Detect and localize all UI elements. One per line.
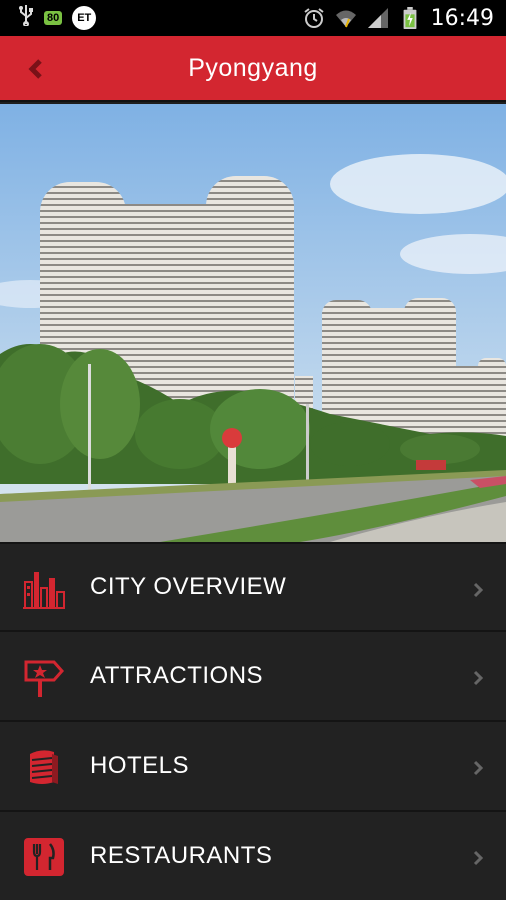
back-button[interactable] [22,54,52,84]
menu-item-label: ATTRACTIONS [90,662,264,689]
page-title: Pyongyang [188,53,318,82]
menu-item-attractions[interactable]: ATTRACTIONS [0,632,506,722]
menu-item-label: HOTELS [90,752,190,779]
menu-item-hotels[interactable]: HOTELS [0,722,506,812]
alarm-icon [303,8,324,28]
city-skyline-photo [0,104,506,542]
chevron-right-icon [473,670,484,686]
menu-item-restaurants[interactable]: RESTAURANTS [0,812,506,900]
battery-badge: 80 [44,11,63,25]
city-skyline-icon [23,572,65,609]
chevron-left-icon [28,59,42,79]
wifi-icon [335,10,356,28]
signpost-star-icon [24,660,65,697]
status-bar-right: 16:49 [303,6,494,31]
menu-item-label: RESTAURANTS [90,842,273,869]
city-hero-image [0,104,506,542]
status-bar: 80 ET 16:49 [0,0,506,36]
fork-knife-icon [24,838,64,876]
usb-icon [18,4,34,32]
hotel-building-icon [30,750,58,784]
action-bar: Pyongyang [0,36,506,102]
carrier-badge: ET [72,6,97,30]
signal-icon [367,8,388,28]
clock-time: 16:49 [430,5,494,31]
main-menu: CITY OVERVIEW ATTRACTIONS HOTELS RESTAUR… [0,542,506,900]
menu-item-label: CITY OVERVIEW [90,573,287,600]
chevron-right-icon [473,582,484,598]
menu-item-city-overview[interactable]: CITY OVERVIEW [0,542,506,632]
status-bar-left: 80 ET [18,4,97,32]
battery-charging-icon [403,7,417,29]
chevron-right-icon [473,850,484,866]
chevron-right-icon [473,760,484,776]
